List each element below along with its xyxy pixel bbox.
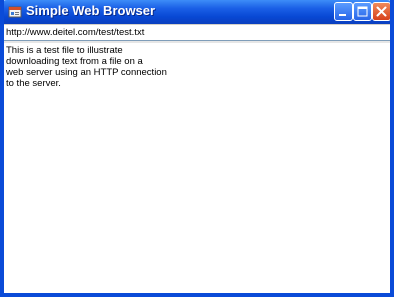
title-bar[interactable]: Simple Web Browser [4, 0, 390, 24]
close-button[interactable] [372, 2, 390, 21]
minimize-button[interactable] [334, 2, 353, 21]
minimize-icon [339, 14, 346, 16]
url-input[interactable] [4, 25, 390, 40]
page-content: This is a test file to illustrate downlo… [6, 45, 246, 89]
content-line: This is a test file to illustrate [6, 45, 123, 56]
content-pane[interactable]: This is a test file to illustrate downlo… [4, 41, 390, 293]
address-bar [4, 24, 390, 41]
browser-window-icon [8, 5, 22, 19]
maximize-icon [357, 6, 368, 17]
content-line: to the server. [6, 78, 61, 89]
browser-window: Simple Web Browser This is a test file t… [0, 0, 394, 297]
close-icon [376, 6, 387, 17]
maximize-button[interactable] [353, 2, 372, 21]
content-line: downloading text from a file on a [6, 56, 143, 67]
content-line: web server using an HTTP connection [6, 67, 167, 78]
window-title: Simple Web Browser [26, 3, 156, 18]
